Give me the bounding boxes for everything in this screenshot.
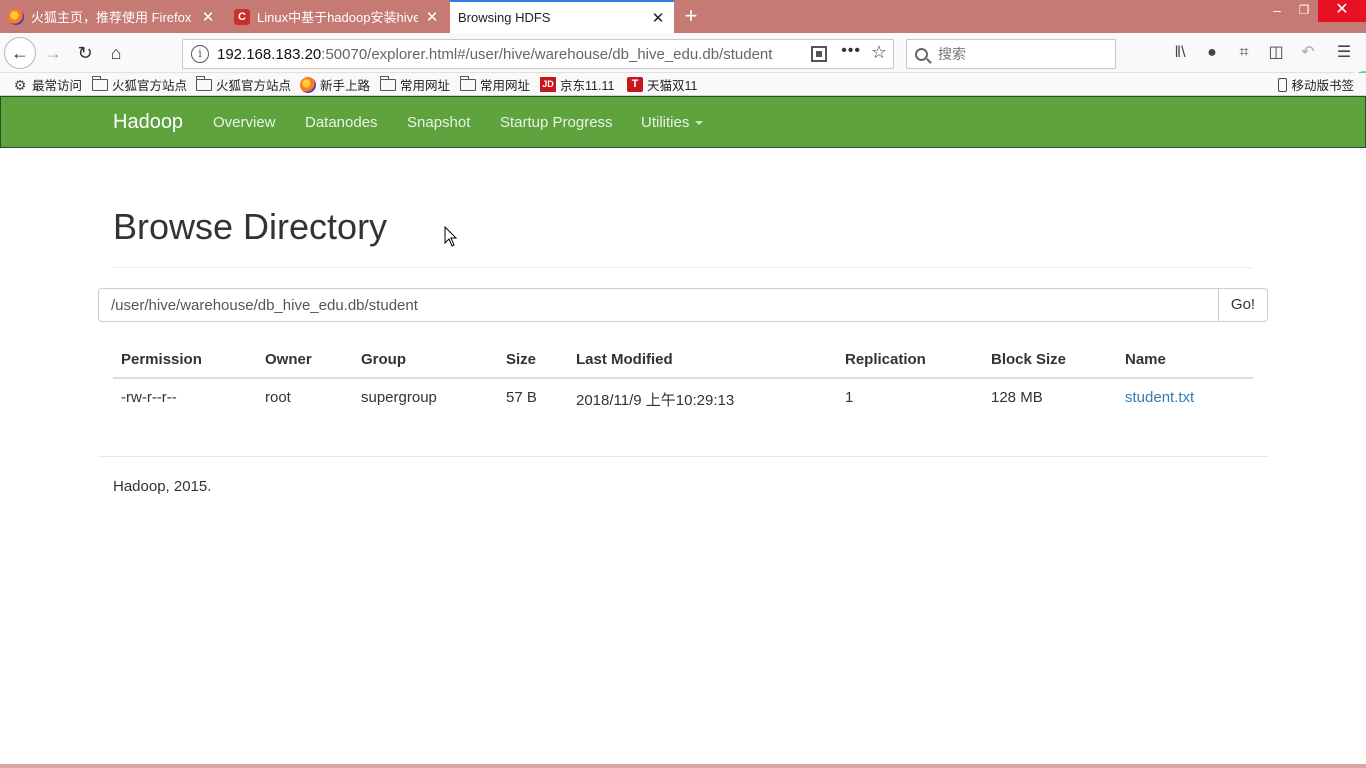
column-header[interactable]: Size: [506, 351, 536, 368]
taskbar-edge: [0, 764, 1366, 768]
cell-size: 57 B: [506, 389, 537, 406]
undo-icon[interactable]: ↶: [1298, 43, 1318, 63]
tab-title: Linux中基于hadoop安装hive(: [257, 10, 418, 25]
sidebar-icon[interactable]: ◫: [1266, 43, 1286, 63]
cell-block-size: 128 MB: [991, 389, 1043, 406]
search-input[interactable]: 搜索: [906, 39, 1116, 69]
column-header[interactable]: Group: [361, 351, 406, 368]
bookmark-label: 火狐官方站点: [216, 79, 292, 93]
nav-snapshot[interactable]: Snapshot: [407, 114, 470, 131]
cell-owner: root: [265, 389, 291, 406]
bookmark-label: 火狐官方站点: [112, 79, 188, 93]
bookmark-folder[interactable]: 常用网址: [460, 75, 531, 93]
chat-icon[interactable]: ●: [1202, 43, 1222, 63]
mobile-bookmarks[interactable]: 移动版书签: [1278, 76, 1354, 93]
tab-bar: 火狐主页，推荐使用 Firefox 火 ✕ C Linux中基于hadoop安装…: [0, 0, 1366, 33]
folder-icon: [380, 75, 396, 91]
tab-browsing-hdfs[interactable]: Browsing HDFS ✕: [450, 0, 674, 33]
browser-toolbar: ← → ↻ ⌂ i 192.168.183.20:50070/explorer.…: [0, 33, 1366, 103]
folder-icon: [196, 75, 212, 91]
bookmark-item[interactable]: ⚙ 最常访问: [12, 76, 83, 94]
menu-icon[interactable]: ☰: [1334, 43, 1354, 63]
new-tab-button[interactable]: +: [678, 4, 704, 30]
bookmark-label: 天猫双11: [647, 79, 698, 93]
cell-group: supergroup: [361, 389, 437, 406]
bookmark-label: 移动版书签: [1291, 79, 1354, 93]
gear-icon: ⚙: [13, 76, 27, 93]
hadoop-navbar: Hadoop Overview Datanodes Snapshot Start…: [0, 96, 1366, 148]
more-actions-icon[interactable]: •••: [841, 42, 861, 60]
page-title: Browse Directory: [113, 206, 388, 247]
screenshot-icon[interactable]: ⌗: [1234, 43, 1254, 63]
info-icon[interactable]: i: [191, 45, 209, 63]
footer-divider: [98, 456, 1268, 457]
bookmark-label: 新手上路: [320, 79, 371, 93]
column-header[interactable]: Replication: [845, 351, 926, 368]
phone-icon: [1278, 77, 1288, 92]
nav-utilities-dropdown[interactable]: Utilities: [641, 114, 704, 131]
nav-datanodes[interactable]: Datanodes: [305, 114, 378, 131]
footer-text: Hadoop, 2015.: [113, 478, 212, 495]
bookmark-label: 京东11.11: [560, 79, 615, 93]
forward-button[interactable]: →: [38, 38, 68, 68]
bookmark-item[interactable]: 新手上路: [300, 76, 370, 93]
brand-link[interactable]: Hadoop: [113, 111, 183, 134]
bookmark-label: 常用网址: [400, 79, 451, 93]
table-row: -rw-r--r-- root supergroup 57 B 2018/11/…: [113, 379, 1253, 417]
bookmark-label: 最常访问: [32, 79, 83, 93]
firefox-icon: [300, 76, 316, 93]
minimize-icon[interactable]: –: [1266, 0, 1288, 22]
bookmark-folder[interactable]: 常用网址: [380, 75, 451, 93]
bookmark-folder[interactable]: 火狐官方站点: [196, 75, 292, 93]
bookmark-star-icon[interactable]: ☆: [871, 42, 887, 63]
library-icon[interactable]: ‖\: [1170, 43, 1190, 63]
back-button[interactable]: ←: [4, 37, 36, 69]
nav-startup-progress[interactable]: Startup Progress: [500, 114, 613, 131]
directory-path-input[interactable]: [98, 288, 1219, 322]
close-icon[interactable]: ✕: [650, 9, 666, 27]
divider: [113, 267, 1253, 268]
cell-replication: 1: [845, 389, 854, 406]
column-header[interactable]: Last Modified: [576, 351, 673, 368]
go-button[interactable]: Go!: [1218, 288, 1268, 322]
bookmark-label: 常用网址: [480, 79, 531, 93]
nav-utilities-label: Utilities: [641, 114, 690, 131]
cell-last-modified: 2018/11/9 上午10:29:13: [576, 392, 735, 409]
bookmark-folder[interactable]: 火狐官方站点: [92, 75, 188, 93]
tab-firefox-home[interactable]: 火狐主页，推荐使用 Firefox 火 ✕: [0, 0, 224, 33]
nav-overview[interactable]: Overview: [213, 114, 276, 131]
cell-permission: -rw-r--r--: [121, 389, 177, 406]
column-header[interactable]: Owner: [265, 351, 312, 368]
qr-code-icon[interactable]: [811, 46, 827, 62]
address-bar[interactable]: i 192.168.183.20:50070/explorer.html#/us…: [182, 39, 894, 69]
column-header[interactable]: Block Size: [991, 351, 1066, 368]
csdn-icon: C: [234, 8, 250, 25]
url-path: :50070/explorer.html#/user/hive/warehous…: [321, 45, 773, 63]
caret-down-icon: [695, 121, 704, 126]
close-icon[interactable]: ✕: [424, 8, 440, 26]
column-header[interactable]: Permission: [121, 351, 202, 368]
bookmarks-bar: ⚙ 最常访问 火狐官方站点 火狐官方站点 新手上路 常用网址 常用网址 JD 京东1…: [0, 73, 1366, 96]
folder-icon: [92, 75, 108, 91]
close-icon[interactable]: ✕: [200, 8, 216, 26]
reload-button[interactable]: ↻: [70, 38, 100, 68]
tmall-icon: T: [627, 77, 643, 92]
tab-title: Browsing HDFS: [458, 10, 551, 25]
search-placeholder: 搜索: [938, 46, 966, 62]
window-close-icon[interactable]: ✕: [1318, 0, 1366, 22]
url-host: 192.168.183.20: [217, 45, 322, 63]
column-header[interactable]: Name: [1125, 351, 1166, 368]
firefox-icon: [8, 8, 24, 25]
search-icon: [915, 47, 928, 61]
file-link[interactable]: student.txt: [1125, 389, 1194, 406]
jd-icon: JD: [540, 77, 556, 92]
tab-csdn[interactable]: C Linux中基于hadoop安装hive( ✕: [226, 0, 448, 33]
restore-icon[interactable]: ❐: [1293, 0, 1315, 22]
table-header: Permission Owner Group Size Last Modifie…: [113, 340, 1253, 379]
tab-title: 火狐主页，推荐使用 Firefox 火: [31, 10, 194, 25]
folder-icon: [460, 75, 476, 91]
bookmark-item[interactable]: T 天猫双11: [627, 76, 697, 93]
bookmark-item[interactable]: JD 京东11.11: [540, 76, 614, 93]
home-button[interactable]: ⌂: [101, 38, 131, 68]
